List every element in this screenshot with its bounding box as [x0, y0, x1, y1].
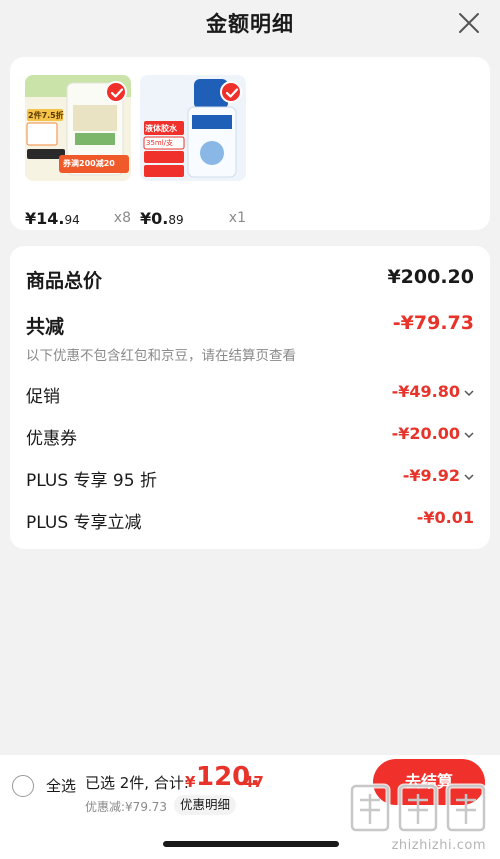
discount-detail-link[interactable]: 优惠明细 — [174, 795, 237, 815]
total-row: 商品总价 ¥200.20 — [26, 266, 474, 292]
check-icon — [105, 81, 127, 103]
sheet-title: 金额明细 — [206, 12, 294, 36]
price-summary-card: 商品总价 ¥200.20 共减 -¥79.73 以下优惠不包含红包和京豆，请在结… — [10, 246, 490, 549]
product-price: ¥14.94 — [25, 209, 80, 228]
plus-discount-value: -¥9.92 — [402, 466, 460, 485]
plus-discount-row[interactable]: PLUS 专享 95 折 -¥9.92 — [26, 466, 474, 491]
total-value: ¥200.20 — [387, 266, 474, 288]
chevron-down-icon[interactable] — [464, 473, 474, 481]
plus-reduce-row: PLUS 专享立减 -¥0.01 — [26, 508, 474, 533]
total-price-decimal: 47 — [243, 773, 264, 791]
sheet-header: 金额明细 — [0, 0, 500, 50]
promotion-value-wrap: -¥49.80 — [392, 382, 474, 401]
discount-note: 以下优惠不包含红包和京豆，请在结算页查看 — [26, 348, 296, 364]
total-label: 商品总价 — [26, 270, 103, 292]
product-item[interactable]: 液体胶水 35ml/支 ¥0.89 x1 — [140, 75, 246, 228]
select-all-label[interactable]: 全选 — [46, 775, 76, 796]
reduce-row: 共减 -¥79.73 — [26, 312, 474, 338]
coupon-value: -¥20.00 — [391, 424, 460, 443]
home-indicator — [163, 841, 339, 847]
product-item[interactable]: 2件7.5折 券满200减20 ¥14.94 x8 — [25, 75, 131, 228]
close-icon[interactable] — [456, 10, 482, 36]
promotion-value: -¥49.80 — [391, 382, 460, 401]
chevron-down-icon[interactable] — [464, 389, 474, 397]
promotion-label: 促销 — [26, 387, 60, 407]
chevron-down-icon[interactable] — [464, 431, 474, 439]
coupon-value-wrap: -¥20.00 — [392, 424, 474, 443]
badge-text: 2件7.5折 — [28, 111, 64, 120]
coupon-row[interactable]: 优惠券 -¥20.00 — [26, 424, 474, 449]
plus-discount-value-wrap: -¥9.92 — [403, 466, 474, 485]
promo-text: 35ml/支 — [146, 139, 174, 147]
checkout-button[interactable]: 去结算 — [373, 759, 485, 805]
reduce-label: 共减 — [26, 316, 65, 338]
plus-discount-label: PLUS 专享 95 折 — [26, 471, 157, 491]
plus-reduce-label: PLUS 专享立减 — [26, 513, 142, 533]
plus-reduce-value: -¥0.01 — [416, 508, 474, 527]
coupon-label: 优惠券 — [26, 429, 77, 449]
total-currency: ¥ — [185, 773, 196, 791]
promotion-row[interactable]: 促销 -¥49.80 — [26, 382, 474, 407]
checkout-bar: 全选 已选 2件, 合计: ¥ 120. 47 优惠减:¥79.73 优惠明细 … — [0, 755, 500, 859]
product-image[interactable]: 2件7.5折 券满200减20 — [25, 75, 131, 181]
check-icon — [220, 81, 242, 103]
products-card: 2件7.5折 券满200减20 ¥14.94 x8 液体胶水 35ml/支 ¥0… — [10, 57, 490, 230]
product-image[interactable]: 液体胶水 35ml/支 — [140, 75, 246, 181]
selected-count-text: 已选 2件, 合计: — [85, 774, 189, 792]
discount-summary-text: 优惠减:¥79.73 — [85, 800, 168, 814]
product-quantity: x8 — [113, 210, 131, 226]
reduce-value: -¥79.73 — [392, 312, 474, 334]
promo-text: 券满200减20 — [63, 159, 115, 168]
select-all-radio[interactable] — [12, 775, 34, 797]
badge-text: 液体胶水 — [145, 124, 177, 133]
product-quantity: x1 — [228, 210, 246, 226]
product-price: ¥0.89 — [140, 209, 184, 228]
